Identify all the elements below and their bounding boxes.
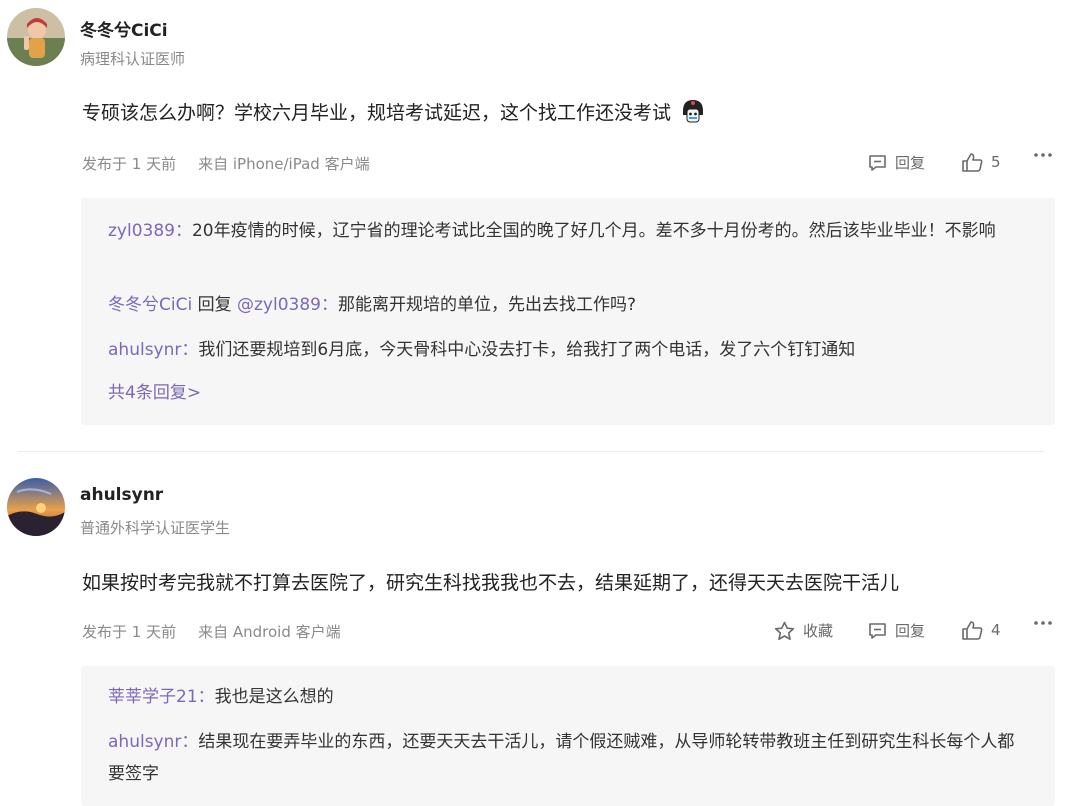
reply-text: 20年疫情的时候，辽宁省的理论考试比全国的晚了好几个月。差不多十月份考的。然后该… <box>191 221 996 241</box>
reply-separator: ： <box>181 732 199 752</box>
reply-text: 那能离开规培的单位，先出去找工作吗? <box>337 295 637 315</box>
reply-text: 我们还要规培到6月底，今天骨科中心没去打卡，给我打了两个电话，发了六个钉钉通知 <box>198 340 856 360</box>
more-button[interactable] <box>1033 152 1061 158</box>
reply-separator: ： <box>197 687 215 707</box>
reply-label: 回复 <box>895 154 926 172</box>
emoji-sticker <box>679 97 707 130</box>
thumbs-up-icon <box>962 621 983 640</box>
reply-username[interactable]: 冬冬兮CiCi <box>108 295 192 315</box>
reply-box: zyl0389：20年疫情的时候，辽宁省的理论考试比全国的晚了好几个月。差不多十… <box>81 198 1055 425</box>
reply-to-label: 回复 <box>192 295 237 315</box>
reply-item: ahulsynr：结果现在要弄毕业的东西，还要天天去干活儿，请个假还贼难，从导师… <box>108 726 1028 790</box>
more-icon <box>1034 153 1052 157</box>
view-all-replies-link[interactable]: 共4条回复> <box>108 378 201 403</box>
reply-text: 结果现在要弄毕业的东西，还要天天去干活儿，请个假还贼难，从导师轮转带教班主任到研… <box>108 732 1015 784</box>
thumbs-up-icon <box>962 153 983 172</box>
comment-text: 专硕该怎么办啊？学校六月毕业，规培考试延迟，这个找工作还没考试 <box>82 102 672 124</box>
reply-username[interactable]: zyl0389 <box>108 221 175 241</box>
comment-meta: 发布于 1 天前 来自 iPhone/iPad 客户端 <box>82 153 370 174</box>
comment-icon <box>869 154 886 171</box>
username[interactable]: ahulsynr <box>80 485 163 505</box>
client-source: 来自 Android 客户端 <box>198 623 341 641</box>
post-time: 发布于 1 天前 <box>82 155 177 173</box>
reply-username[interactable]: ahulsynr <box>108 732 181 752</box>
more-button[interactable] <box>1033 620 1061 626</box>
reply-label: 回复 <box>895 622 926 640</box>
reply-username[interactable]: 莘莘学子21 <box>108 687 198 707</box>
like-count: 4 <box>991 621 1001 639</box>
reply-text: 我也是这么想的 <box>214 687 334 707</box>
avatar[interactable] <box>7 478 65 536</box>
username[interactable]: 冬冬兮CiCi <box>80 16 168 41</box>
reply-item: 莘莘学子21：我也是这么想的 <box>108 681 1028 713</box>
comment-icon <box>869 622 886 639</box>
reply-target[interactable]: @zyl0389 <box>237 295 321 315</box>
reply-separator: ： <box>320 295 338 315</box>
user-certification: 普通外科学认证医学生 <box>80 519 231 537</box>
like-button[interactable]: 4 <box>961 620 1001 640</box>
reply-item: ahulsynr：我们还要规培到6月底，今天骨科中心没去打卡，给我打了两个电话，… <box>108 334 1028 366</box>
avatar[interactable] <box>7 8 65 66</box>
comment-meta: 发布于 1 天前 来自 Android 客户端 <box>82 621 341 642</box>
comment-content: 如果按时考完我就不打算去医院了，研究生科找我我也不去，结果延期了，还得天天去医院… <box>82 572 900 594</box>
divider <box>18 451 1044 452</box>
reply-username[interactable]: ahulsynr <box>108 340 181 360</box>
reply-item: zyl0389：20年疫情的时候，辽宁省的理论考试比全国的晚了好几个月。差不多十… <box>108 215 1028 247</box>
comment-content: 专硕该怎么办啊？学校六月毕业，规培考试延迟，这个找工作还没考试 <box>82 97 707 130</box>
more-icon <box>1034 621 1052 625</box>
post-time: 发布于 1 天前 <box>82 623 177 641</box>
reply-item: 冬冬兮CiCi 回复 @zyl0389：那能离开规培的单位，先出去找工作吗? <box>108 289 1028 321</box>
reply-button[interactable]: 回复 <box>868 152 925 173</box>
favorite-label: 收藏 <box>803 622 834 640</box>
star-icon <box>774 621 795 640</box>
client-source: 来自 iPhone/iPad 客户端 <box>198 155 370 173</box>
reply-box: 莘莘学子21：我也是这么想的 ahulsynr：结果现在要弄毕业的东西，还要天天… <box>81 666 1055 806</box>
reply-separator: ： <box>174 221 192 241</box>
user-certification: 病理科认证医师 <box>80 50 186 68</box>
reply-separator: ： <box>181 340 199 360</box>
like-button[interactable]: 5 <box>961 152 1001 172</box>
favorite-button[interactable]: 收藏 <box>774 620 833 641</box>
like-count: 5 <box>991 153 1001 171</box>
reply-button[interactable]: 回复 <box>868 620 925 641</box>
